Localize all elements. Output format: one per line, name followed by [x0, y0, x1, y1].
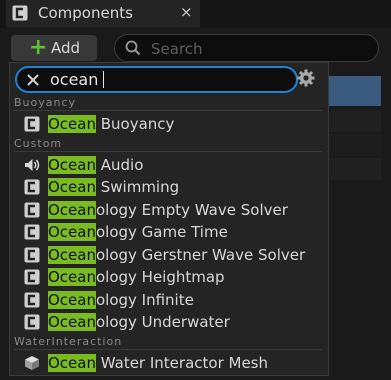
label-rest: ology Game Time — [95, 223, 228, 241]
match-highlight: Ocean — [48, 313, 96, 331]
component-icon — [24, 116, 40, 132]
match-highlight: Ocean — [48, 268, 96, 286]
speaker-icon — [25, 158, 40, 171]
list-item[interactable]: Ocean Buoyancy — [10, 113, 328, 135]
category-header: WaterInteraction — [10, 335, 328, 350]
plus-icon: + — [29, 35, 48, 60]
divider — [14, 150, 322, 152]
category-header: Custom — [10, 137, 328, 152]
component-search[interactable] — [114, 34, 379, 62]
list-item[interactable]: Oceanology Underwater — [10, 311, 328, 333]
list-item[interactable]: Oceanology Gerstner Wave Solver — [10, 244, 328, 266]
match-highlight: Ocean — [48, 245, 96, 264]
component-icon — [24, 269, 40, 285]
label-rest: Swimming — [95, 178, 180, 196]
match-highlight: Ocean — [48, 200, 96, 219]
match-highlight: Ocean — [48, 115, 96, 133]
divider — [14, 110, 322, 111]
component-icon — [24, 247, 40, 262]
list-item[interactable]: Oceanology Infinite — [10, 289, 328, 311]
label-rest: ology Underwater — [95, 313, 230, 331]
list-item-label: Oceanology Infinite — [48, 289, 194, 311]
list-item-label: Oceanology Game Time — [48, 221, 228, 243]
tab-bar: Components × — [0, 0, 391, 28]
category-header: Buoyancy — [10, 96, 328, 111]
match-highlight: Ocean — [48, 178, 96, 196]
gear-icon[interactable] — [296, 68, 316, 88]
list-item[interactable]: Oceanology Game Time — [10, 221, 328, 243]
list-item-label: Ocean Swimming — [48, 176, 179, 198]
component-icon — [24, 292, 40, 307]
text-caret — [103, 71, 104, 88]
add-button[interactable]: + Add — [11, 35, 97, 61]
component-icon — [24, 224, 40, 240]
label-rest: ology Heightmap — [95, 268, 225, 286]
tab-components[interactable]: Components × — [6, 0, 200, 28]
search-input[interactable] — [149, 38, 373, 60]
label-rest: ology Infinite — [95, 290, 194, 309]
close-icon[interactable] — [25, 72, 41, 88]
match-highlight: Ocean — [48, 353, 96, 372]
category-label: WaterInteraction — [14, 334, 123, 348]
tree-row[interactable] — [328, 110, 381, 132]
tree-row[interactable] — [328, 158, 381, 180]
add-component-dropdown: BuoyancyOcean BuoyancyCustomOcean AudioO… — [9, 62, 329, 376]
filter-box[interactable] — [15, 66, 298, 93]
divider — [14, 348, 322, 350]
add-button-label: Add — [51, 39, 81, 57]
list-item-label: Ocean Buoyancy — [48, 113, 174, 135]
list-item-label: Oceanology Empty Wave Solver — [48, 199, 288, 221]
label-rest: Water Interactor Mesh — [95, 353, 268, 372]
list-item[interactable]: Ocean Swimming — [10, 176, 328, 198]
list-item[interactable]: Ocean Water Interactor Mesh — [10, 352, 328, 374]
match-highlight: Ocean — [48, 155, 96, 174]
close-icon[interactable]: × — [180, 3, 193, 21]
category-label: Custom — [14, 136, 63, 150]
list-item-label: Oceanology Heightmap — [48, 266, 225, 288]
filter-input[interactable] — [50, 69, 290, 89]
list-item[interactable]: Ocean Audio — [10, 154, 328, 176]
selected-tree-row[interactable] — [328, 76, 381, 106]
match-highlight: Ocean — [48, 223, 96, 241]
label-rest: Audio — [95, 155, 144, 174]
list-item-label: Ocean Audio — [48, 154, 143, 176]
mesh-icon — [25, 355, 39, 370]
search-icon — [125, 40, 141, 56]
tab-title: Components — [38, 4, 133, 22]
list-item[interactable]: Oceanology Empty Wave Solver — [10, 199, 328, 221]
list-item[interactable]: Oceanology Heightmap — [10, 266, 328, 288]
component-icon — [24, 179, 40, 195]
category-label: Buoyancy — [14, 96, 77, 109]
list-item-label: Oceanology Gerstner Wave Solver — [48, 244, 305, 266]
component-icon — [24, 314, 40, 330]
list-item-label: Oceanology Underwater — [48, 311, 230, 333]
label-rest: Buoyancy — [95, 115, 175, 133]
label-rest: ology Gerstner Wave Solver — [95, 245, 306, 264]
component-icon — [12, 5, 28, 21]
tree-row[interactable] — [328, 134, 381, 156]
component-icon — [24, 202, 40, 217]
match-highlight: Ocean — [48, 290, 96, 309]
list-item-label: Ocean Water Interactor Mesh — [48, 352, 268, 374]
label-rest: ology Empty Wave Solver — [95, 200, 288, 219]
